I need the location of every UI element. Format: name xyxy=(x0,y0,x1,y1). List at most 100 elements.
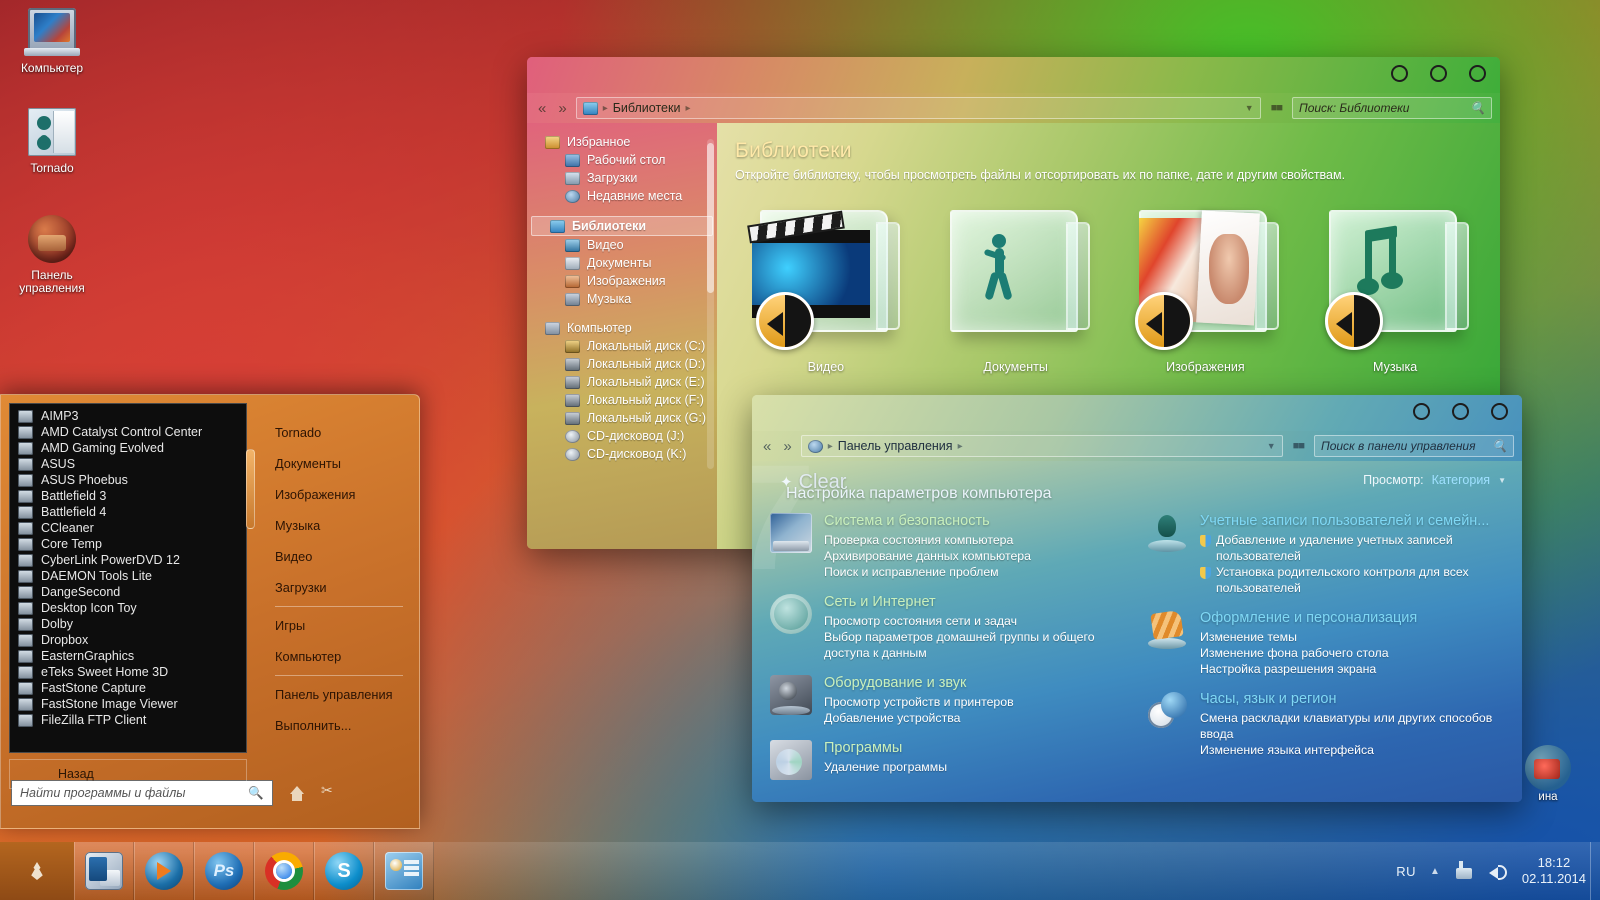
menu-item-run[interactable]: Выполнить... xyxy=(275,710,413,741)
menu-item-downloads[interactable]: Загрузки xyxy=(275,572,413,603)
nav-item-documents[interactable]: Документы xyxy=(527,254,717,272)
history-dropdown-icon[interactable]: ■■ xyxy=(1289,440,1308,452)
desktop-icon-tornado[interactable]: Tornado xyxy=(4,108,100,175)
list-item[interactable]: CyberLink PowerDVD 12 xyxy=(10,552,246,568)
list-item[interactable]: Core Temp xyxy=(10,536,246,552)
close-button[interactable] xyxy=(1491,403,1508,420)
taskbar-item-explorer[interactable] xyxy=(74,842,134,900)
list-item[interactable]: Battlefield 4 xyxy=(10,504,246,520)
search-input[interactable]: Поиск: Библиотеки 🔍 xyxy=(1292,97,1492,119)
breadcrumb-item[interactable]: Библиотеки xyxy=(613,101,681,115)
nav-item-music[interactable]: Музыка xyxy=(527,290,717,308)
category-appearance-personalization[interactable]: Оформление и персонализация Изменение те… xyxy=(1146,610,1508,677)
libraries-window-controls[interactable] xyxy=(1391,65,1486,82)
minimize-button[interactable] xyxy=(1413,403,1430,420)
shutdown-icon[interactable] xyxy=(321,782,341,802)
navigation-pane[interactable]: Избранное Рабочий стол Загрузки Недавние… xyxy=(527,123,717,549)
category-link[interactable]: Архивирование данных компьютера xyxy=(824,548,1031,564)
menu-item-games[interactable]: Игры xyxy=(275,610,413,641)
clock[interactable]: 18:12 02.11.2014 xyxy=(1522,855,1586,887)
nav-item-computer[interactable]: Компьютер xyxy=(527,319,717,337)
taskbar-item-photoshop[interactable]: Ps xyxy=(194,842,254,900)
taskbar-item-chrome[interactable] xyxy=(254,842,314,900)
breadcrumb-separator[interactable]: ▸ xyxy=(685,103,690,114)
breadcrumb-item[interactable]: Панель управления xyxy=(838,439,953,453)
nav-item-favorites[interactable]: Избранное xyxy=(527,133,717,151)
list-item[interactable]: DangeSecond xyxy=(10,584,246,600)
menu-item-control-panel[interactable]: Панель управления xyxy=(275,679,413,710)
list-item[interactable]: ASUS xyxy=(10,456,246,472)
network-icon[interactable] xyxy=(1454,861,1474,880)
home-icon[interactable] xyxy=(287,784,307,802)
taskbar-item-control-panel[interactable] xyxy=(374,842,434,900)
menu-item-computer[interactable]: Компьютер xyxy=(275,641,413,672)
search-input[interactable]: Поиск в панели управления 🔍 xyxy=(1314,435,1514,457)
nav-item-drive-f[interactable]: Локальный диск (F:) xyxy=(527,391,717,409)
category-link[interactable]: Проверка состояния компьютера xyxy=(824,532,1031,548)
show-hidden-icons-icon[interactable]: ▲ xyxy=(1430,866,1440,877)
nav-scrollbar-thumb[interactable] xyxy=(707,143,714,293)
category-link[interactable]: Настройка разрешения экрана xyxy=(1200,661,1417,677)
maximize-button[interactable] xyxy=(1452,403,1469,420)
view-value[interactable]: Категория xyxy=(1432,473,1490,487)
category-link[interactable]: Добавление устройства xyxy=(824,710,1014,726)
close-button[interactable] xyxy=(1469,65,1486,82)
category-clock-language-region[interactable]: Часы, язык и регион Смена раскладки клав… xyxy=(1146,691,1508,758)
nav-item-drive-c[interactable]: Локальный диск (C:) xyxy=(527,337,717,355)
nav-item-desktop[interactable]: Рабочий стол xyxy=(527,151,717,169)
show-desktop-button[interactable] xyxy=(1590,842,1600,900)
start-menu[interactable]: AIMP3 AMD Catalyst Control Center AMD Ga… xyxy=(0,394,420,829)
category-link[interactable]: Поиск и исправление проблем xyxy=(824,564,1031,580)
list-item[interactable]: FastStone Image Viewer xyxy=(10,696,246,712)
category-programs[interactable]: Программы Удаление программы xyxy=(770,740,1132,780)
category-link[interactable]: Просмотр устройств и принтеров xyxy=(824,694,1014,710)
category-title[interactable]: Оформление и персонализация xyxy=(1200,610,1417,627)
category-title[interactable]: Оборудование и звук xyxy=(824,675,1014,692)
category-title[interactable]: Учетные записи пользователей и семейн... xyxy=(1200,513,1508,530)
taskbar-item-skype[interactable]: S xyxy=(314,842,374,900)
back-button[interactable]: « xyxy=(760,438,774,455)
programs-list[interactable]: AIMP3 AMD Catalyst Control Center AMD Ga… xyxy=(9,403,247,753)
chevron-down-icon[interactable]: ▼ xyxy=(1267,441,1276,451)
category-link[interactable]: Смена раскладки клавиатуры или других сп… xyxy=(1200,710,1508,742)
maximize-button[interactable] xyxy=(1430,65,1447,82)
category-link[interactable]: Удаление программы xyxy=(824,759,947,775)
forward-button[interactable]: » xyxy=(780,438,794,455)
taskbar[interactable]: Ps S RU ▲ 18:12 02.11.2014 xyxy=(0,842,1600,900)
control-panel-window[interactable]: « » ▸ Панель управления ▸ ▼ ■■ Поиск в п… xyxy=(752,395,1522,802)
desktop-icon-control-panel[interactable]: Панель управления xyxy=(4,215,100,295)
nav-scrollbar[interactable] xyxy=(707,139,714,469)
category-link[interactable]: Просмотр состояния сети и задач xyxy=(824,613,1132,629)
library-item-pictures[interactable]: Изображения xyxy=(1111,204,1301,374)
list-item[interactable]: Battlefield 3 xyxy=(10,488,246,504)
nav-item-drive-g[interactable]: Локальный диск (G:) xyxy=(527,409,717,427)
search-icon[interactable]: 🔍 xyxy=(1470,101,1485,115)
list-item[interactable]: Dolby xyxy=(10,616,246,632)
library-item-music[interactable]: Музыка xyxy=(1300,204,1490,374)
libraries-titlebar[interactable] xyxy=(527,57,1500,93)
list-item[interactable]: AMD Catalyst Control Center xyxy=(10,424,246,440)
library-item-video[interactable]: Видео xyxy=(731,204,921,374)
desktop-icon-recycle-bin[interactable]: ина xyxy=(1500,745,1596,803)
library-item-documents[interactable]: Документы xyxy=(921,204,1111,374)
control-panel-titlebar[interactable] xyxy=(752,395,1522,431)
nav-item-recent-places[interactable]: Недавние места xyxy=(527,187,717,205)
nav-item-drive-d[interactable]: Локальный диск (D:) xyxy=(527,355,717,373)
category-title[interactable]: Сеть и Интернет xyxy=(824,594,1132,611)
category-user-accounts[interactable]: Учетные записи пользователей и семейн...… xyxy=(1146,513,1508,596)
menu-item-user[interactable]: Tornado xyxy=(275,417,413,448)
programs-scrollbar-thumb[interactable] xyxy=(246,449,255,529)
list-item[interactable]: AIMP3 xyxy=(10,408,246,424)
address-bar[interactable]: ▸ Панель управления ▸ ▼ xyxy=(800,435,1283,457)
programs-scrollbar[interactable] xyxy=(246,449,255,669)
menu-item-pictures[interactable]: Изображения xyxy=(275,479,413,510)
menu-item-video[interactable]: Видео xyxy=(275,541,413,572)
history-dropdown-icon[interactable]: ■■ xyxy=(1267,102,1286,114)
list-item[interactable]: AMD Gaming Evolved xyxy=(10,440,246,456)
category-link[interactable]: Изменение языка интерфейса xyxy=(1200,742,1508,758)
list-item[interactable]: EasternGraphics xyxy=(10,648,246,664)
minimize-button[interactable] xyxy=(1391,65,1408,82)
nav-item-pictures[interactable]: Изображения xyxy=(527,272,717,290)
list-item[interactable]: CCleaner xyxy=(10,520,246,536)
category-link[interactable]: Установка родительского контроля для все… xyxy=(1200,564,1508,596)
